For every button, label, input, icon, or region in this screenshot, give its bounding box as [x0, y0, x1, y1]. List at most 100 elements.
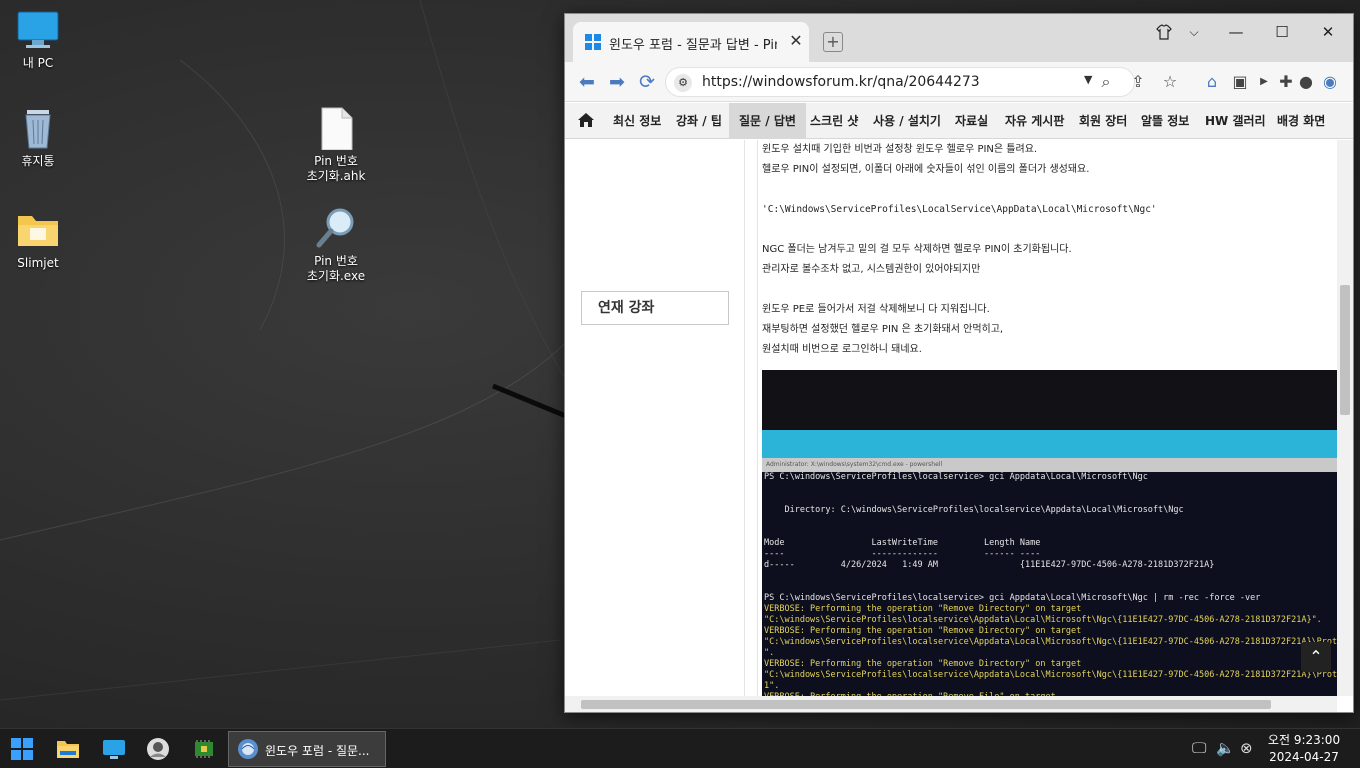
- sidebar-icon[interactable]: ▣: [1229, 70, 1251, 94]
- desktop-icon-slimjet[interactable]: Slimjet: [0, 208, 76, 271]
- scrollbar-thumb[interactable]: [581, 700, 1271, 709]
- desktop-icon-label: Pin 번호: [314, 254, 358, 268]
- windows-logo-icon: [585, 34, 601, 50]
- avatar-icon[interactable]: [146, 737, 170, 761]
- scrollbar-thumb[interactable]: [1340, 285, 1350, 415]
- notification-off-icon[interactable]: ⊗: [1240, 739, 1253, 757]
- terminal-line: "C:\windows\ServiceProfiles\localservice…: [764, 670, 1337, 680]
- reload-icon[interactable]: ⟳: [635, 70, 659, 94]
- post-text: NGC 폴더는 남겨두고 밑의 걸 모두 삭제하면 헬로우 PIN이 초기화됩니…: [762, 244, 1072, 255]
- clock-time: 오전 9:23:00: [1267, 733, 1341, 747]
- monitor-icon[interactable]: [102, 737, 126, 761]
- nav-item-free-board[interactable]: 자유 게시판: [995, 103, 1074, 139]
- maximize-button[interactable]: ☐: [1265, 18, 1299, 46]
- back-arrow-icon[interactable]: ⬅: [575, 70, 599, 94]
- terminal-line: "C:\windows\ServiceProfiles\localservice…: [764, 637, 1337, 647]
- post-photo: Administrator: X:\windows\system32\cmd.e…: [762, 370, 1337, 696]
- nav-item-latest[interactable]: 최신 정보: [603, 103, 671, 139]
- terminal-line: VERBOSE: Performing the operation "Remov…: [764, 604, 1082, 614]
- new-tab-button[interactable]: +: [823, 32, 843, 52]
- nav-item-screenshot[interactable]: 스크린 샷: [800, 103, 868, 139]
- desktop-icon-pin-ahk[interactable]: Pin 번호 초기화.ahk: [298, 106, 374, 184]
- post-body: 윈도우 설치때 기입한 비번과 설정창 윈도우 헬로우 PIN은 틀려요. 헬로…: [762, 140, 1337, 360]
- browser-logo-icon[interactable]: ◉: [1319, 70, 1341, 94]
- browser-logo-icon: [237, 738, 259, 764]
- post-text: 관리자로 볼수조차 없고, 시스템권한이 있어야되지만: [762, 264, 981, 275]
- home-icon[interactable]: [577, 111, 595, 129]
- computer-icon: [16, 8, 60, 52]
- desktop-icon-label: 휴지통: [21, 154, 55, 168]
- extensions-icon[interactable]: ✚: [1275, 70, 1297, 94]
- dropdown-arrow-icon[interactable]: ▼: [1084, 73, 1092, 86]
- desktop-icon-label: Slimjet: [17, 256, 59, 270]
- network-icon[interactable]: 🖵: [1192, 739, 1206, 757]
- chip-icon[interactable]: [192, 737, 216, 761]
- horizontal-scrollbar[interactable]: [565, 696, 1337, 712]
- close-button[interactable]: ✕: [1311, 18, 1345, 46]
- recycle-bin-icon: [16, 106, 60, 150]
- nav-item-hw-gallery[interactable]: HW 갤러리: [1195, 103, 1276, 139]
- desktop-icon-pin-exe[interactable]: Pin 번호 초기화.exe: [298, 206, 374, 284]
- left-sidebar: 연재 강좌: [565, 140, 745, 696]
- nav-item-install[interactable]: 사용 / 설치기: [863, 103, 951, 139]
- start-icon[interactable]: [10, 737, 34, 761]
- tab-title: 윈도우 포럼 - 질문과 답변 - Pin: [609, 38, 777, 53]
- series-lecture-button[interactable]: 연재 강좌: [581, 291, 729, 325]
- terminal-line: Directory: C:\windows\ServiceProfiles\lo…: [764, 505, 1184, 515]
- bookmark-star-icon[interactable]: ☆: [1159, 70, 1181, 94]
- scroll-to-top-button[interactable]: ⌃: [1301, 642, 1331, 672]
- desktop-icon-my-pc[interactable]: 내 PC: [0, 8, 76, 71]
- terminal-line: d----- 4/26/2024 1:49 AM {11E1E427-97DC-…: [764, 560, 1215, 570]
- url-text[interactable]: https://windowsforum.kr/qna/20644273: [702, 74, 980, 90]
- nav-item-qna[interactable]: 질문 / 답변: [729, 103, 806, 139]
- file-explorer-icon[interactable]: [56, 737, 80, 761]
- address-bar: ⬅ ➡ ⟳ ⚙ https://windowsforum.kr/qna/2064…: [565, 62, 1353, 102]
- desktop-icon-recycle-bin[interactable]: 휴지통: [0, 106, 76, 169]
- post-text: 윈도우 설치때 기입한 비번과 설정창 윈도우 헬로우 PIN은 틀려요.: [762, 144, 1038, 155]
- nav-item-market[interactable]: 회원 장터: [1069, 103, 1137, 139]
- desktop-icon-label: Pin 번호: [314, 154, 358, 168]
- more-arrow-icon[interactable]: ▶: [1253, 70, 1275, 94]
- forward-arrow-icon[interactable]: ➡: [605, 70, 629, 94]
- profile-icon[interactable]: ●: [1295, 70, 1317, 94]
- nav-item-files[interactable]: 자료실: [945, 103, 998, 139]
- magnifier-icon: [314, 206, 358, 250]
- nav-item-deals[interactable]: 알뜰 정보: [1131, 103, 1199, 139]
- clock-date: 2024-04-27: [1269, 750, 1339, 764]
- column-divider: [757, 140, 758, 696]
- desktop-icon-label: 내 PC: [22, 56, 54, 70]
- taskbar-clock[interactable]: 오전 9:23:00 2024-04-27: [1262, 732, 1346, 766]
- volume-icon[interactable]: 🔈: [1216, 739, 1235, 757]
- taskbar-browser-app[interactable]: 윈도우 포럼 - 질문...: [228, 731, 386, 767]
- photo-terminal: PS C:\windows\ServiceProfiles\localservi…: [762, 472, 1337, 696]
- terminal-line: PS C:\windows\ServiceProfiles\localservi…: [764, 593, 1261, 603]
- share-icon[interactable]: ⇪: [1127, 70, 1149, 94]
- url-field[interactable]: ⚙ https://windowsforum.kr/qna/20644273 ▼: [665, 67, 1135, 97]
- tshirt-icon[interactable]: [1147, 18, 1181, 46]
- nav-item-wallpaper[interactable]: 배경 화면: [1267, 103, 1335, 139]
- site-settings-icon[interactable]: ⚙: [674, 74, 692, 92]
- terminal-line: ".: [764, 648, 775, 658]
- home-icon[interactable]: ⌂: [1201, 70, 1223, 94]
- zoom-icon[interactable]: ⌕: [1095, 70, 1117, 94]
- terminal-line: 1".: [764, 681, 780, 691]
- taskbar: 윈도우 포럼 - 질문... 🖵 🔈 ⊗ 오전 9:23:00 2024-04-…: [0, 728, 1360, 768]
- nav-item-tips[interactable]: 강좌 / 팁: [666, 103, 732, 139]
- browser-tab[interactable]: 윈도우 포럼 - 질문과 답변 - Pin ✕: [573, 22, 809, 62]
- tab-close-button[interactable]: ✕: [787, 31, 805, 50]
- vertical-scrollbar[interactable]: [1337, 140, 1353, 696]
- terminal-line: ---- ------------- ------ ----: [764, 549, 1041, 559]
- post-text: 재부팅하면 설정했던 헬로우 PIN 은 초기화돼서 안먹히고,: [762, 324, 1004, 335]
- post-text: 헬로우 PIN이 설정되면, 이폴더 아래에 숫자들이 섞인 이름의 폴더가 생…: [762, 164, 1090, 175]
- taskbar-app-label: 윈도우 포럼 - 질문...: [265, 744, 370, 758]
- browser-window: 윈도우 포럼 - 질문과 답변 - Pin ✕ + ⌵ — ☐ ✕ ⬅ ➡ ⟳ …: [564, 13, 1354, 713]
- minimize-button[interactable]: —: [1219, 18, 1253, 46]
- file-icon: [314, 106, 358, 151]
- chevron-down-icon[interactable]: ⌵: [1177, 18, 1211, 46]
- page-content: 연재 강좌 윈도우 설치때 기입한 비번과 설정창 윈도우 헬로우 PIN은 틀…: [565, 140, 1337, 696]
